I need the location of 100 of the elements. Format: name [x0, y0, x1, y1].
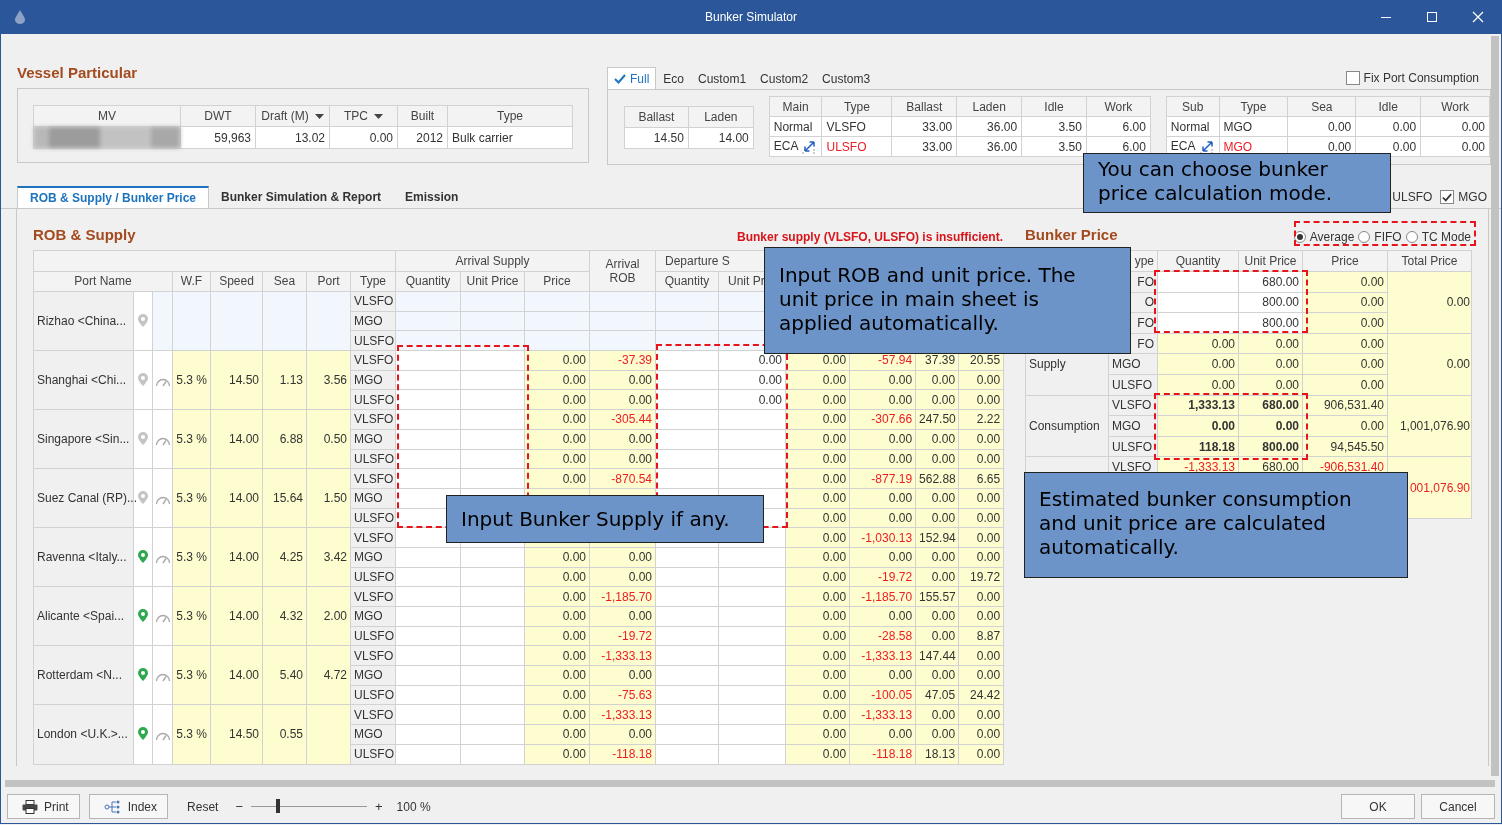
table-cell: 36.00 — [956, 136, 1022, 157]
table-cell: 3.56 — [306, 350, 351, 410]
warning-text: Bunker supply (VLSFO, ULSFO) is insufficient. — [736, 229, 1003, 244]
column-header: Idle — [1355, 96, 1421, 117]
table-cell: Normal — [1170, 119, 1210, 134]
radio-label: TC Mode — [1421, 229, 1471, 244]
table-cell: 0.55 — [262, 704, 307, 764]
index-button[interactable]: Index — [88, 794, 169, 819]
port-name[interactable]: Alicante <Spai... — [33, 586, 134, 646]
zoom-level: 100 % — [396, 799, 431, 814]
check-icon — [1442, 192, 1453, 202]
table-cell: 14.50 — [210, 350, 263, 410]
tab[interactable]: Emission — [393, 186, 471, 208]
column-header: Sub — [1166, 96, 1220, 117]
section-title: Bunker Price — [1025, 224, 1118, 245]
radio-button[interactable] — [1358, 230, 1371, 243]
table-cell: 3.50 — [1021, 116, 1087, 137]
port-name[interactable]: Suez Canal (RP)... — [33, 468, 134, 528]
table-cell: 0.50 — [306, 409, 351, 469]
table-cell: 4.25 — [262, 527, 307, 587]
table-cell: 1.13 — [262, 350, 307, 410]
callout: You can choose bunker price calculation mode. — [1083, 153, 1391, 213]
printer-icon — [22, 799, 38, 814]
speed-tab[interactable]: Eco — [656, 67, 692, 89]
reset-button[interactable]: Reset — [187, 799, 219, 814]
column-header[interactable]: Draft (M) — [255, 105, 330, 127]
table-cell: ULSFO — [821, 136, 892, 157]
window-title: Bunker Simulator — [703, 10, 798, 24]
table-cell: 6.88 — [262, 409, 307, 469]
table-cell: 5.40 — [262, 645, 307, 705]
table-cell: 1.50 — [306, 468, 351, 528]
table-cell: 0.00 — [1420, 116, 1490, 137]
diagonal-arrow-icon — [1198, 139, 1215, 154]
column-header[interactable]: TPC — [329, 105, 398, 127]
port-name[interactable]: Rizhao <China... — [33, 291, 134, 351]
column-header: Ballast — [891, 96, 957, 117]
tab[interactable]: Bunker Simulation & Report — [209, 186, 394, 208]
table-cell: 14.00 — [210, 586, 263, 646]
table-cell: 0.00 — [1420, 136, 1490, 157]
table-cell: 0.00 — [329, 126, 398, 149]
column-header: Type — [821, 96, 892, 117]
column-header: Port Name — [33, 271, 173, 292]
table-cell: 5.3 % — [172, 409, 211, 469]
table-cell: 6.00 — [1086, 116, 1151, 137]
scrollbar[interactable] — [1491, 36, 1499, 776]
checkbox-label: ULSFO — [1392, 190, 1433, 204]
slider-thumb[interactable] — [275, 799, 280, 813]
speed-tab[interactable]: Custom1 — [691, 67, 754, 89]
speed-tab[interactable]: Custom3 — [815, 67, 878, 89]
checkbox-label: MGO — [1458, 190, 1487, 204]
speed-tab[interactable]: Full — [607, 67, 657, 89]
radio-label: Average — [1309, 229, 1355, 244]
table-cell: 14.00 — [210, 468, 263, 528]
checkbox[interactable] — [1440, 190, 1455, 204]
table-cell: 0.00 — [1387, 333, 1472, 396]
speed-tab[interactable]: Custom2 — [753, 67, 816, 89]
table-cell: 2.00 — [306, 586, 351, 646]
table-cell: 5.3 % — [172, 586, 211, 646]
column-header: Idle — [1021, 96, 1087, 117]
column-header: MV — [33, 105, 181, 127]
column-header: Built — [397, 105, 448, 127]
port-name[interactable]: Rotterdam <N... — [33, 645, 134, 705]
radio-button[interactable] — [1293, 230, 1306, 243]
port-name[interactable]: Ravenna <Italy... — [33, 527, 134, 587]
table-cell: 59,963 — [180, 126, 256, 149]
zoom-in-button[interactable]: + — [373, 799, 385, 814]
radio-button[interactable] — [1405, 230, 1418, 243]
callout: Input Bunker Supply if any. — [446, 495, 764, 543]
column-header: Arrival ROB — [589, 250, 656, 292]
table-cell: 680.00 — [1238, 271, 1303, 293]
column-header: Unit Price — [1238, 250, 1303, 272]
table-cell: 13.02 — [255, 126, 330, 149]
column-group-header: Arrival Supply — [395, 250, 590, 271]
callout: Estimated bunker consumption and unit price are calculated automatically. — [1024, 472, 1408, 578]
table-cell: Normal — [773, 119, 813, 134]
table-cell: 33.00 — [891, 136, 957, 157]
column-header: Work — [1086, 96, 1151, 117]
ok-button[interactable]: OK — [1341, 794, 1415, 819]
table-cell: 1,001,076.90 — [1387, 395, 1472, 457]
table-cell: 0.00 — [1355, 116, 1421, 137]
port-name[interactable]: Singapore <Sin... — [33, 409, 134, 469]
table-cell: 2012 — [397, 126, 448, 149]
column-header: Quantity — [1157, 250, 1239, 272]
checkbox[interactable] — [1345, 71, 1360, 85]
print-button[interactable]: Print — [7, 794, 80, 819]
table-cell: MGO — [1219, 116, 1288, 137]
table-cell: 0.00 — [1387, 271, 1472, 334]
column-header: Laden — [688, 106, 754, 128]
table-cell: 3.42 — [306, 527, 351, 587]
tab[interactable]: ROB & Supply / Bunker Price — [17, 186, 210, 208]
table-cell: 5.3 % — [172, 350, 211, 410]
port-name[interactable]: London <U.K.>... — [33, 704, 134, 764]
table-cell: 5.3 % — [172, 468, 211, 528]
column-header: Total Price — [1387, 250, 1472, 272]
port-name[interactable]: Shanghai <Chi... — [33, 350, 134, 410]
table-cell: 0.00 — [1287, 116, 1356, 137]
cancel-button[interactable]: Cancel — [1421, 794, 1495, 819]
zoom-out-button[interactable]: − — [233, 799, 245, 814]
caret-icon — [314, 114, 324, 120]
scrollbar[interactable] — [5, 780, 1495, 787]
